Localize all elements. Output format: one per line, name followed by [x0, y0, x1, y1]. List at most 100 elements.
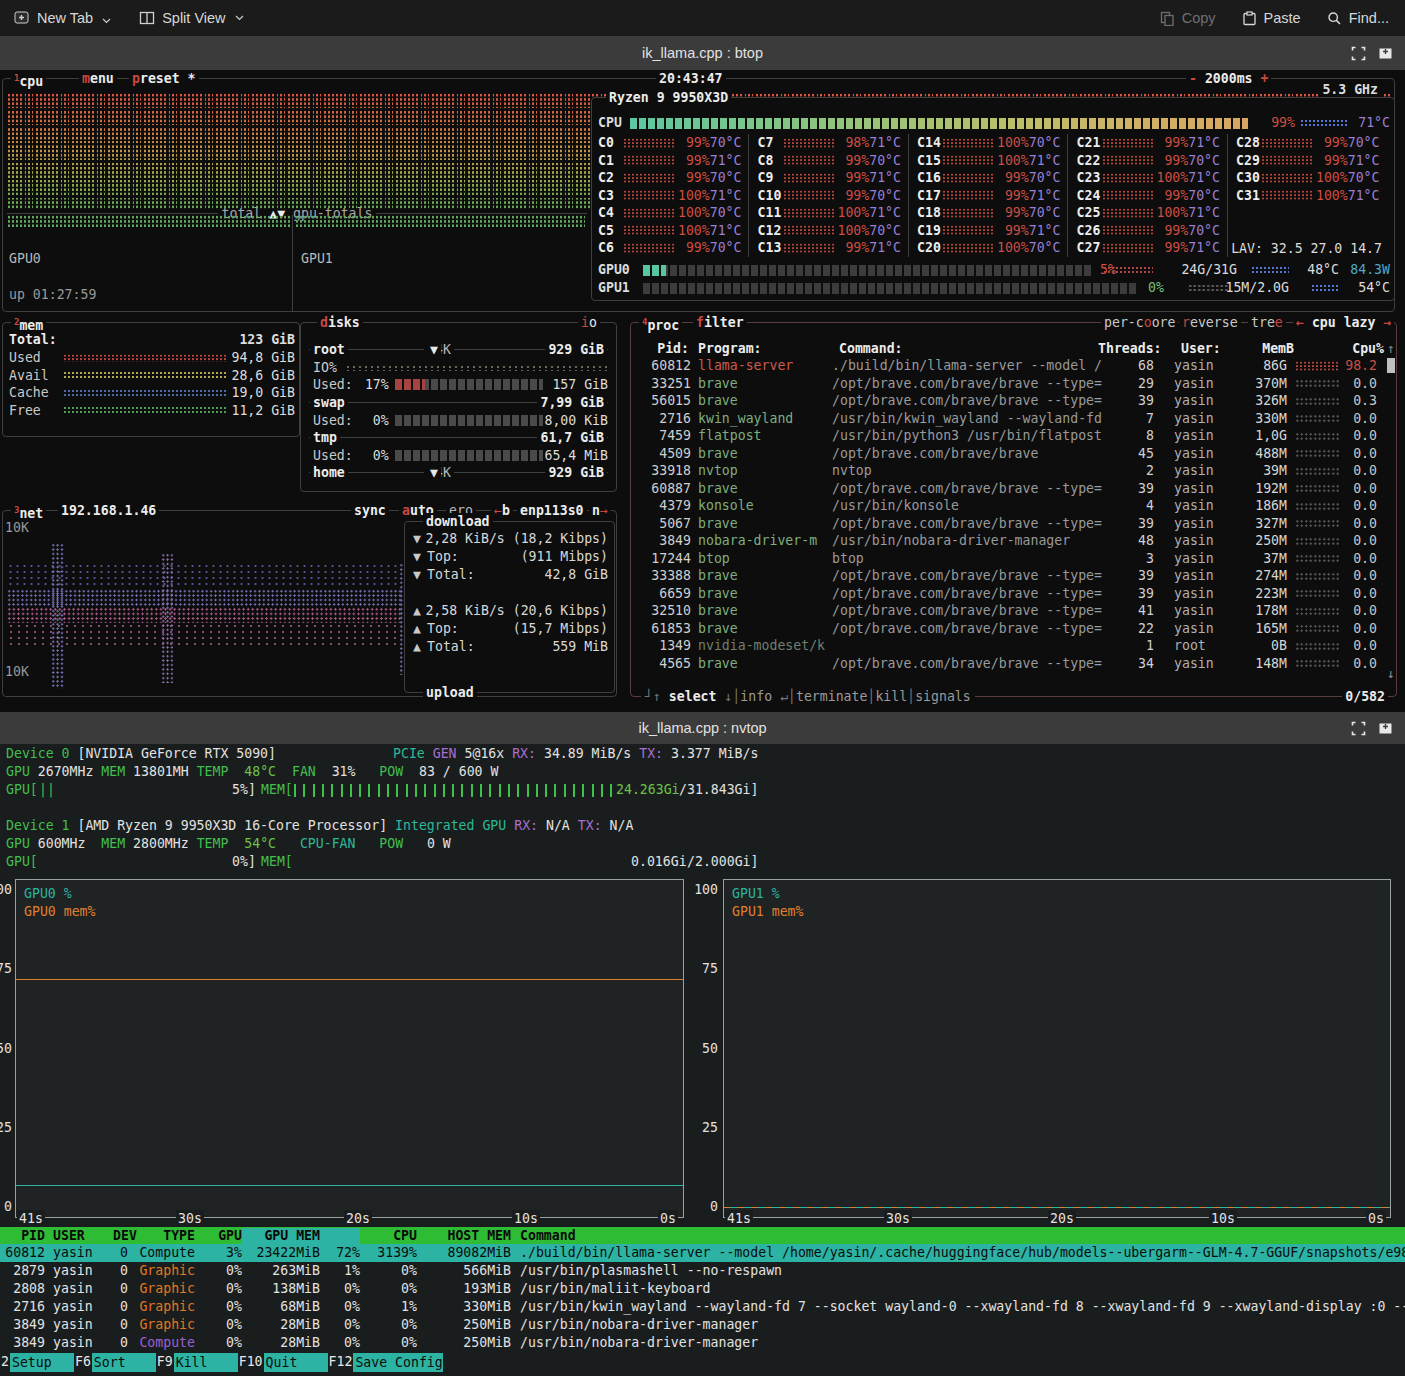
- proc-footer-terminate[interactable]: terminate: [796, 689, 867, 704]
- nvtop-header-gpu[interactable]: GPU: [195, 1227, 242, 1245]
- nvtop-process-row[interactable]: 3849 yasin 0 Compute 0% 28MiB 0% 0% 250M…: [0, 1334, 1405, 1352]
- maximize-pane-icon[interactable]: [1351, 46, 1366, 61]
- proc-row[interactable]: 17244 btop btop 3 yasin 37M 0.0: [631, 550, 1396, 568]
- proc-row[interactable]: 61853 brave /opt/brave.com/brave/brave -…: [631, 620, 1396, 638]
- proc-header-program[interactable]: Program:: [698, 340, 762, 358]
- new-tab-button[interactable]: New Tab: [14, 10, 111, 26]
- net-sync-toggle[interactable]: sync: [351, 502, 389, 520]
- nvtop-gpumem: 138MiB: [242, 1280, 320, 1298]
- btop-preset-button[interactable]: preset *: [129, 70, 199, 88]
- core-usage-graph: [623, 173, 675, 183]
- nvtop-header-pid[interactable]: PID: [0, 1227, 45, 1245]
- proc-header-command[interactable]: Command:: [839, 340, 903, 358]
- proc-mem: 165M: [1244, 620, 1287, 638]
- core-percent: 100%: [678, 187, 710, 205]
- nvtop-process-row[interactable]: 3849 yasin 0 Graphic 0% 28MiB 0% 0% 250M…: [0, 1316, 1405, 1334]
- proc-percore-toggle[interactable]: per-coore: [1101, 314, 1178, 332]
- maximize-pane-icon[interactable]: [1351, 721, 1366, 736]
- proc-row[interactable]: 33251 brave /opt/brave.com/brave/brave -…: [631, 375, 1396, 393]
- proc-header-user[interactable]: User:: [1181, 340, 1221, 358]
- core-label: C9: [758, 169, 783, 187]
- proc-user: yasin: [1174, 550, 1244, 568]
- btop-cpu-box-title[interactable]: 1cpu: [11, 70, 46, 91]
- nvtop-process-row[interactable]: 2716 yasin 0 Graphic 0% 68MiB 0% 1% 330M…: [0, 1298, 1405, 1316]
- nvtop-fkey-button[interactable]: F10Quit: [238, 1353, 328, 1372]
- chevron-down-icon[interactable]: [235, 15, 244, 21]
- nvtop-cpu-pct: 0%: [360, 1334, 417, 1352]
- chevron-down-icon[interactable]: [102, 18, 111, 24]
- core-temp: 70°C: [710, 134, 742, 152]
- proc-program: nvidia-modeset/k: [698, 637, 832, 655]
- btop-disks-box-title[interactable]: disks: [317, 314, 363, 332]
- copy-button[interactable]: Copy: [1160, 10, 1216, 26]
- nvtop-gpu-pct: 0%: [195, 1262, 242, 1280]
- fkey-action: Sort: [92, 1353, 156, 1372]
- core-temp: 71°C: [1188, 134, 1220, 152]
- proc-reverse-toggle[interactable]: reverse: [1179, 314, 1241, 332]
- proc-row[interactable]: 33918 nvtop nvtop 2 yasin 39M 0.0: [631, 462, 1396, 480]
- nvtop-header-hostmem[interactable]: HOST MEM: [417, 1227, 511, 1245]
- nvtop-header-command[interactable]: Command: [511, 1227, 1405, 1245]
- proc-row[interactable]: 1349 nvidia-modeset/k 1 root 0B 0.0: [631, 637, 1396, 655]
- proc-cpu-graph: [1295, 467, 1339, 475]
- nvtop-header-type[interactable]: TYPE: [128, 1227, 195, 1245]
- proc-row[interactable]: 3849 nobara-driver-m /usr/bin/nobara-dri…: [631, 532, 1396, 550]
- proc-row[interactable]: 56015 brave /opt/brave.com/brave/brave -…: [631, 392, 1396, 410]
- net-next-iface[interactable]: n→: [589, 502, 611, 520]
- proc-scroll-down-icon[interactable]: ↓: [1387, 665, 1395, 683]
- proc-row[interactable]: 6659 brave /opt/brave.com/brave/brave --…: [631, 585, 1396, 603]
- proc-header-pid[interactable]: Pid:: [653, 340, 689, 358]
- proc-row[interactable]: 33388 brave /opt/brave.com/brave/brave -…: [631, 567, 1396, 585]
- proc-user: yasin: [1174, 445, 1244, 463]
- proc-scrollbar-thumb[interactable]: [1387, 358, 1395, 373]
- proc-row[interactable]: 4509 brave /opt/brave.com/brave/brave 45…: [631, 445, 1396, 463]
- split-view-button[interactable]: Split View: [139, 10, 243, 26]
- split-pane-icon[interactable]: [1378, 46, 1393, 61]
- proc-footer-kill[interactable]: kill: [875, 689, 907, 704]
- net-prev-iface[interactable]: ←b: [491, 502, 513, 520]
- proc-program: brave: [698, 515, 832, 533]
- nvtop-process-row[interactable]: 2879 yasin 0 Graphic 0% 263MiB 1% 0% 566…: [0, 1262, 1405, 1280]
- nvtop-fkey-button[interactable]: F9Kill: [156, 1353, 238, 1372]
- proc-row[interactable]: 60887 brave /opt/brave.com/brave/brave -…: [631, 480, 1396, 498]
- proc-row[interactable]: 7459 flatpost /usr/bin/python3 /usr/bin/…: [631, 427, 1396, 445]
- proc-header-cpu[interactable]: Cpu%: [1344, 340, 1384, 358]
- btop-menu-button[interactable]: menu: [79, 70, 117, 88]
- proc-footer-info[interactable]: info: [740, 689, 772, 704]
- proc-row[interactable]: 5067 brave /opt/brave.com/brave/brave --…: [631, 515, 1396, 533]
- proc-tree-toggle[interactable]: tree: [1248, 314, 1286, 332]
- nvtop-fkey-button[interactable]: 2Setup: [0, 1353, 74, 1372]
- nvtop-header-gpumem[interactable]: GPU MEM: [242, 1228, 320, 1245]
- nvtop-header-user[interactable]: USER: [45, 1227, 113, 1245]
- nvtop-command: /usr/bin/nobara-driver-manager: [511, 1334, 1405, 1352]
- nvtop-process-row[interactable]: 60812 yasin 0 Compute 3% 23422MiB 72% 31…: [0, 1244, 1405, 1262]
- proc-header-threads[interactable]: Threads:: [1098, 340, 1161, 358]
- proc-sort-selector[interactable]: ← cpu lazy →: [1293, 314, 1394, 332]
- btop-interval-control[interactable]: - 2000ms +: [1186, 70, 1271, 88]
- nvtop-fkey-button[interactable]: F6Sort: [74, 1353, 156, 1372]
- nvtop-header-dev[interactable]: DEV: [113, 1227, 128, 1245]
- nvtop-header-cpu[interactable]: CPU: [360, 1227, 417, 1245]
- proc-row[interactable]: 2716 kwin_wayland /usr/bin/kwin_wayland …: [631, 410, 1396, 428]
- paste-button[interactable]: Paste: [1242, 10, 1301, 26]
- proc-footer-signals[interactable]: signals: [915, 689, 971, 704]
- proc-row[interactable]: 32510 brave /opt/brave.com/brave/brave -…: [631, 602, 1396, 620]
- gpu1-row: GPU1 0% 15M/2.0G 54°C: [598, 279, 1390, 297]
- proc-scroll-up-icon[interactable]: ↑: [1387, 340, 1395, 358]
- split-pane-icon[interactable]: [1378, 721, 1393, 736]
- core-percent: 100%: [997, 239, 1029, 257]
- proc-row[interactable]: 4565 brave /opt/brave.com/brave/brave --…: [631, 655, 1396, 673]
- proc-row[interactable]: 4379 konsole /usr/bin/konsole 4 yasin 18…: [631, 497, 1396, 515]
- find-button[interactable]: Find...: [1327, 10, 1389, 26]
- nvtop-mempct: 72%: [320, 1244, 360, 1262]
- btop-proc-box-title[interactable]: 4proc: [639, 314, 682, 335]
- proc-filter-button[interactable]: filter: [693, 314, 747, 332]
- nvtop-fkey-button[interactable]: F12Save Config: [328, 1353, 443, 1372]
- proc-mem: 0B: [1244, 637, 1287, 655]
- nvtop-process-row[interactable]: 2808 yasin 0 Graphic 0% 138MiB 0% 0% 193…: [0, 1280, 1405, 1298]
- proc-header-memb[interactable]: MemB: [1231, 340, 1294, 358]
- proc-footer-select[interactable]: select: [669, 689, 717, 704]
- btop-io-toggle[interactable]: io: [578, 314, 600, 332]
- nvtop-header-gpumem-pct[interactable]: [320, 1228, 360, 1245]
- proc-row[interactable]: 60812 llama-server ./build/bin/llama-ser…: [631, 357, 1396, 375]
